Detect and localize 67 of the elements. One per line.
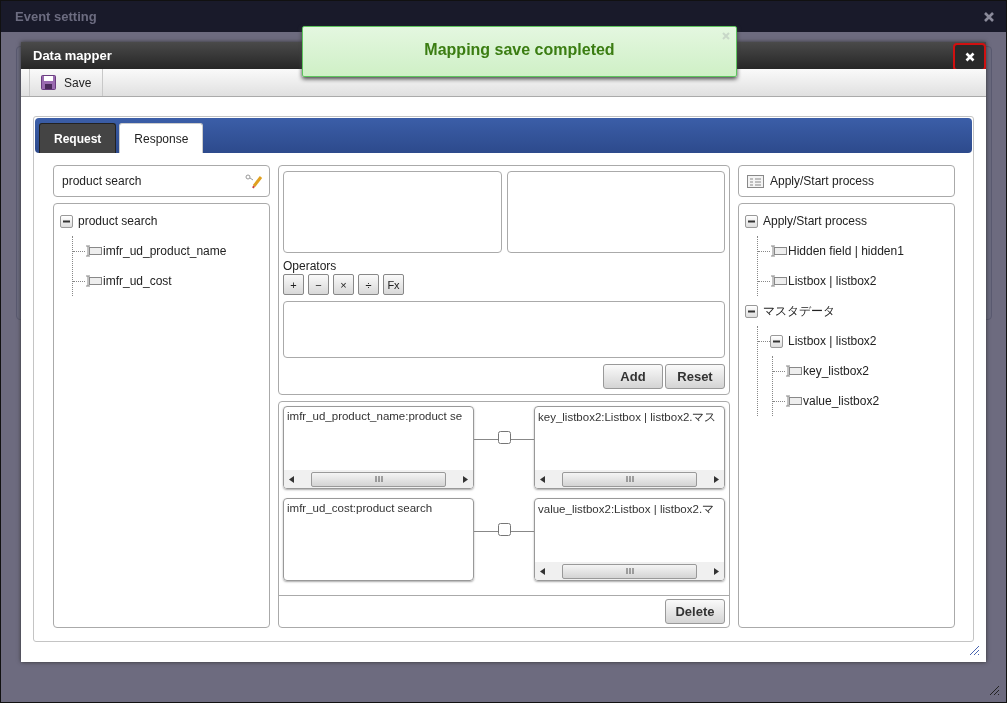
mapping-checkbox[interactable] xyxy=(497,523,511,536)
form-icon xyxy=(747,174,764,188)
grip-icon xyxy=(374,476,383,482)
tree-node[interactable]: imfr_ud_cost xyxy=(103,274,172,288)
tree-node[interactable]: value_listbox2 xyxy=(803,394,880,408)
scroll-left-icon[interactable] xyxy=(289,475,294,483)
connector-line xyxy=(474,439,534,440)
grip-icon xyxy=(625,568,634,574)
scroll-right-icon[interactable] xyxy=(714,567,719,575)
tree-node[interactable]: key_listbox2 xyxy=(803,364,870,378)
scroll-right-icon[interactable] xyxy=(714,475,719,483)
mapping-source: imfr_ud_cost:product search xyxy=(286,501,434,516)
grip-icon xyxy=(625,476,634,482)
field-icon xyxy=(785,365,802,377)
tab[interactable]: Response xyxy=(119,123,204,153)
tree-node[interactable]: Apply/Start process xyxy=(763,214,868,228)
mapping-target: key_listbox2:Listbox | listbox2.マス xyxy=(537,410,718,425)
scroll-left-icon[interactable] xyxy=(540,567,545,575)
operator-button[interactable]: − xyxy=(308,274,329,295)
mapping-target: value_listbox2:Listbox | listbox2.マ xyxy=(537,502,716,517)
close-icon xyxy=(964,51,975,62)
source-box[interactable]: imfr_ud_product_name:product se xyxy=(283,406,474,489)
resize-grip-icon[interactable] xyxy=(989,685,1000,696)
operator-button[interactable]: × xyxy=(333,274,354,295)
action-button[interactable]: Reset xyxy=(665,364,725,389)
field-icon xyxy=(770,245,787,257)
save-button[interactable]: Save xyxy=(29,69,104,96)
collapse-toggle[interactable] xyxy=(770,334,783,348)
collapse-toggle[interactable] xyxy=(60,214,73,228)
target-title: Apply/Start process xyxy=(770,174,875,188)
tree-node[interactable]: product search xyxy=(78,214,158,228)
target-box[interactable]: key_listbox2:Listbox | listbox2.マス xyxy=(534,406,725,489)
mapping-checkbox[interactable] xyxy=(497,431,511,444)
toast-message: Mapping save completed xyxy=(424,40,615,59)
action-button[interactable]: Add xyxy=(603,364,663,389)
tree-node[interactable]: imfr_ud_product_name xyxy=(103,244,227,258)
window-title: Event setting xyxy=(15,9,97,24)
dialog-title: Data mapper xyxy=(33,48,112,63)
field-icon xyxy=(785,395,802,407)
close-icon[interactable] xyxy=(984,11,994,22)
connector-line xyxy=(474,531,534,532)
operator-button[interactable]: + xyxy=(283,274,304,295)
horizontal-scrollbar[interactable] xyxy=(535,562,724,580)
tree-node[interactable]: Listbox | listbox2 xyxy=(788,274,877,288)
mapping-source: imfr_ud_product_name:product se xyxy=(286,409,464,424)
operator-button[interactable]: ÷ xyxy=(358,274,379,295)
field-icon xyxy=(770,275,787,287)
tree-node[interactable]: マスタデータ xyxy=(763,302,835,320)
source-title: product search xyxy=(62,174,142,188)
collapse-toggle[interactable] xyxy=(745,214,758,228)
operator-button[interactable]: Fx xyxy=(383,274,404,295)
delete-button[interactable]: Delete xyxy=(665,599,725,624)
scroll-left-icon[interactable] xyxy=(540,475,545,483)
field-icon xyxy=(85,245,102,257)
scroll-right-icon[interactable] xyxy=(463,475,468,483)
operators-label: Operators xyxy=(283,259,338,273)
close-button[interactable] xyxy=(953,42,986,71)
collapse-toggle[interactable] xyxy=(745,304,758,318)
horizontal-scrollbar[interactable] xyxy=(284,470,473,488)
tree-node[interactable]: Listbox | listbox2 xyxy=(788,334,877,348)
source-box[interactable]: imfr_ud_cost:product search xyxy=(283,498,474,581)
tab[interactable]: Request xyxy=(39,123,117,153)
tree-node[interactable]: Hidden field | hidden1 xyxy=(788,244,904,258)
target-box[interactable]: value_listbox2:Listbox | listbox2.マ xyxy=(534,498,725,581)
resize-grip-icon[interactable] xyxy=(969,645,980,656)
field-icon xyxy=(85,275,102,287)
horizontal-scrollbar[interactable] xyxy=(535,470,724,488)
